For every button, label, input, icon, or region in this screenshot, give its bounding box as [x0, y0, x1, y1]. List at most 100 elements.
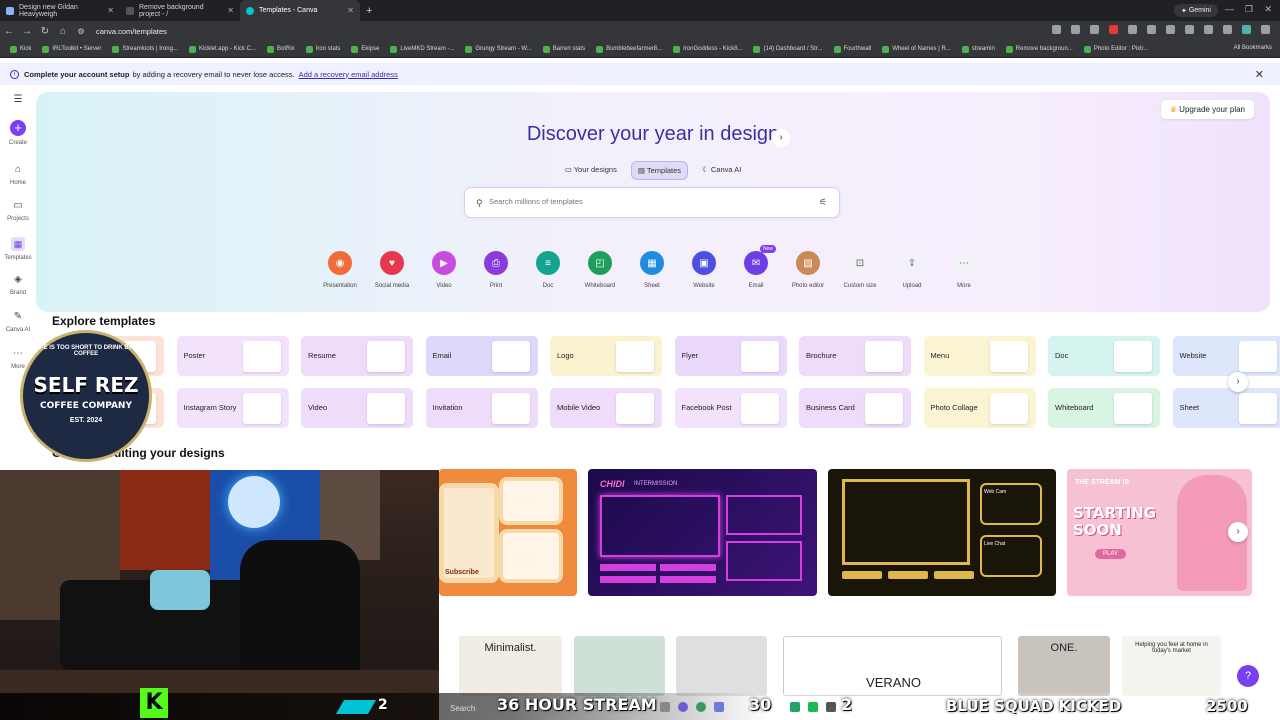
template-preview-card[interactable]: Helping you feel at home in today's mark…	[1122, 636, 1221, 696]
bookmark-item[interactable]: Bumblebeefarmer8...	[592, 45, 666, 53]
template-card-resume[interactable]: Resume	[301, 336, 413, 376]
bookmark-item[interactable]: Iron stats	[302, 45, 345, 53]
template-card-email[interactable]: Email	[425, 336, 538, 376]
template-card-whiteboard[interactable]: Whiteboard	[1048, 388, 1160, 428]
bookmark-item[interactable]: Grungy Stream - W...	[461, 45, 535, 53]
design-card-gold-overlay[interactable]: Web Cam Live Chat	[828, 469, 1056, 596]
minimize-icon[interactable]: —	[1225, 4, 1234, 14]
bookmark-item[interactable]: BotRix	[263, 45, 299, 53]
back-icon[interactable]: ←	[0, 26, 18, 37]
template-card-photo-collage[interactable]: Photo Collage	[923, 388, 1036, 428]
bookmark-item[interactable]: Fourthwall	[830, 45, 876, 53]
template-search-box[interactable]: ⚲ ⚟	[464, 187, 840, 218]
category-social-media[interactable]: ♥ Social media	[366, 251, 418, 289]
profile-avatar[interactable]	[1242, 25, 1251, 34]
carousel-next-icon[interactable]: ›	[1228, 372, 1248, 392]
bookmark-item[interactable]: (14) Dashboard / Str...	[749, 45, 826, 53]
bookmark-item[interactable]: Photo Editor : Pixlr...	[1080, 45, 1152, 53]
download-icon[interactable]	[1204, 25, 1213, 34]
window-close-icon[interactable]: ✕	[1264, 4, 1272, 15]
template-card-flyer[interactable]: Flyer	[674, 336, 787, 376]
taskbar-app-icon[interactable]	[808, 702, 818, 712]
extension-icon[interactable]	[1128, 25, 1137, 34]
recent-next-icon[interactable]: ›	[1228, 522, 1248, 542]
rail-item-menu[interactable]: ☰	[0, 94, 36, 110]
template-preview-card[interactable]: Minimalist.	[459, 636, 562, 696]
filter-icon[interactable]: ⚟	[819, 197, 827, 208]
bookmark-item[interactable]: LiveMKD Stream -...	[386, 45, 458, 53]
extension-icon[interactable]	[1090, 25, 1099, 34]
reload-icon[interactable]: ↻	[36, 26, 54, 37]
template-card-brochure[interactable]: Brochure	[799, 336, 911, 376]
bookmark-star-icon[interactable]	[1052, 25, 1061, 34]
tab-close-icon[interactable]: ✕	[107, 6, 114, 15]
add-recovery-email-link[interactable]: Add a recovery email address	[299, 70, 398, 79]
category-custom-size[interactable]: ⊡ Custom size	[834, 251, 886, 289]
upgrade-plan-button[interactable]: ♛ Upgrade your plan	[1160, 100, 1254, 119]
taskbar-app-icon[interactable]	[696, 702, 706, 712]
rail-item-projects[interactable]: ▭ Projects	[0, 200, 36, 222]
url-field[interactable]: canva.com/templates	[96, 27, 167, 36]
rail-item-create[interactable]: + Create	[0, 120, 36, 146]
browser-menu-icon[interactable]	[1261, 25, 1270, 34]
template-card-video[interactable]: Video	[301, 388, 413, 428]
extension-icon[interactable]	[1071, 25, 1080, 34]
sidebar-icon[interactable]	[1223, 25, 1232, 34]
category-presentation[interactable]: ◉ Presentation	[314, 251, 366, 289]
tab-close-icon[interactable]: ✕	[227, 6, 234, 15]
bookmark-item[interactable]: Barren stats	[539, 45, 589, 53]
taskbar-search[interactable]: Search	[450, 704, 475, 713]
template-card-invitation[interactable]: Invitation	[425, 388, 538, 428]
bookmark-item[interactable]: Ekipse	[347, 45, 383, 53]
template-card-doc[interactable]: Doc	[1048, 336, 1160, 376]
bookmark-item[interactable]: Streamloots | Irong...	[108, 45, 182, 53]
pill-canva-ai[interactable]: ☾ Canva AI	[696, 161, 747, 180]
rail-item-brand[interactable]: ◈ Brand	[0, 274, 36, 296]
template-card-logo[interactable]: Logo	[550, 336, 662, 376]
forward-icon[interactable]: →	[18, 26, 36, 37]
template-card-mobile-video[interactable]: Mobile Video	[550, 388, 662, 428]
help-icon[interactable]: ?	[1237, 665, 1259, 687]
taskbar-app-icon[interactable]	[660, 702, 670, 712]
taskbar-app-icon[interactable]	[826, 702, 836, 712]
pill-templates[interactable]: ▤ Templates	[630, 161, 689, 180]
bookmark-item[interactable]: IronGoddess - Kick8...	[669, 45, 746, 53]
template-preview-card[interactable]	[574, 636, 665, 696]
bookmark-item[interactable]: Remove backgroun...	[1002, 45, 1077, 53]
category-email[interactable]: ✉ Email New	[730, 245, 782, 289]
template-preview-card[interactable]: ONE.	[1018, 636, 1110, 696]
bookmark-item[interactable]: Kick	[6, 45, 35, 53]
browser-tab[interactable]: Design new Gildan Heavyweigh ✕	[0, 0, 120, 21]
category-video[interactable]: ▶ Video	[418, 251, 470, 289]
template-preview-card[interactable]	[676, 636, 767, 696]
design-card-subscribe[interactable]: Subscribe	[439, 469, 577, 596]
template-preview-card[interactable]: VERANO	[783, 636, 1002, 696]
template-card-website[interactable]: Website	[1172, 336, 1280, 376]
site-info-icon[interactable]: ⚙	[72, 27, 90, 36]
taskbar-app-icon[interactable]	[790, 702, 800, 712]
tab-close-icon[interactable]: ✕	[347, 6, 354, 15]
category-upload[interactable]: ⇪ Upload	[886, 251, 938, 289]
browser-tab-active[interactable]: Templates - Canva ✕	[240, 0, 360, 21]
design-card-intermission[interactable]: CHIDI INTERMISSION	[588, 469, 817, 596]
category-website[interactable]: ▣ Website	[678, 251, 730, 289]
pill-your-designs[interactable]: ▭ Your designs	[559, 161, 623, 180]
category-more[interactable]: ⋯ More	[938, 251, 990, 289]
maximize-icon[interactable]: ❐	[1245, 4, 1253, 15]
template-card-instagram-story[interactable]: Instagram Story	[176, 388, 289, 428]
category-print[interactable]: ⎙ Print	[470, 251, 522, 289]
bookmark-item[interactable]: streamin	[958, 45, 999, 53]
hero-arrow-icon[interactable]: ›	[772, 129, 790, 147]
bookmark-item[interactable]: IRLToolkit • Server	[38, 45, 105, 53]
template-card-business-card[interactable]: Business Card	[799, 388, 911, 428]
template-card-menu[interactable]: Menu	[923, 336, 1036, 376]
search-input[interactable]	[489, 197, 789, 206]
taskbar-app-icon[interactable]	[714, 702, 724, 712]
all-bookmarks[interactable]: All Bookmarks	[1234, 45, 1272, 51]
template-card-sheet[interactable]: Sheet	[1172, 388, 1280, 428]
home-icon[interactable]: ⌂	[54, 26, 72, 37]
category-whiteboard[interactable]: ◰ Whiteboard	[574, 251, 626, 289]
rail-item-canva-ai[interactable]: ✎ Canva AI	[0, 311, 36, 333]
gemini-button[interactable]: ✦ Gemini	[1174, 4, 1218, 17]
template-card-poster[interactable]: Poster	[176, 336, 289, 376]
